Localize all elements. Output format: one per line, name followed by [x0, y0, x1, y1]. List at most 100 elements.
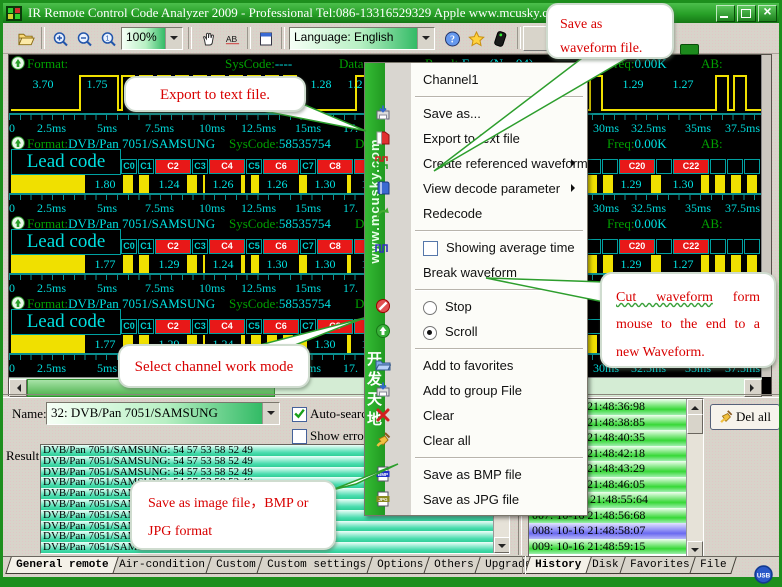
bit-cell — [727, 159, 743, 174]
scrollbar-thumb[interactable] — [687, 414, 703, 434]
menu-item-save-as[interactable]: Save as... — [411, 101, 587, 126]
language-dropdown-button[interactable] — [417, 28, 434, 49]
menu-item-stop[interactable]: Stop — [411, 294, 587, 319]
history-scrollbar[interactable] — [686, 399, 703, 557]
menu-item-channel1[interactable]: Channel1 — [411, 67, 587, 92]
channel-up-icon[interactable] — [11, 56, 25, 70]
favorites-button[interactable] — [463, 26, 489, 52]
scroll-down-button[interactable] — [494, 537, 510, 553]
menu-item-create-referenced-waveform[interactable]: Create referenced waveform — [411, 151, 587, 176]
timeline-tick-label: 15ms — [295, 201, 321, 215]
menu-checkbox[interactable] — [423, 241, 438, 256]
ab-label: AB: — [701, 56, 723, 71]
find-ab-button[interactable]: AB — [219, 26, 245, 52]
del-all-button[interactable]: Del all — [710, 404, 780, 430]
tab-history[interactable]: History — [524, 557, 592, 574]
freq-label: Freq: — [607, 136, 634, 151]
tab-file[interactable]: File — [689, 557, 737, 574]
new-window-button[interactable] — [253, 26, 279, 52]
scroll-up-button[interactable] — [687, 399, 703, 415]
pulse-width-value: 1.30 — [307, 175, 343, 193]
tab-general-remote[interactable]: General remote — [5, 557, 119, 574]
pulse-width-value: 1.24 — [205, 255, 241, 273]
bit-label-c0: C0 — [121, 159, 137, 174]
auto-search-checkbox-row[interactable]: Auto-search — [292, 406, 374, 422]
bit-label-c22: C22 — [673, 159, 709, 174]
name-combo-dropdown-button[interactable] — [262, 403, 279, 424]
zoom-percent-value: 100% — [122, 28, 165, 49]
show-error-checkbox-row[interactable]: Show error — [292, 428, 368, 444]
bit-label-c4: C4 — [209, 159, 245, 174]
channel-up-icon[interactable] — [11, 136, 25, 150]
menu-item-clear[interactable]: Clear — [411, 403, 587, 428]
tab-air-condition[interactable]: Air-condition — [109, 557, 216, 574]
close-button[interactable] — [758, 5, 777, 22]
zoom-reset-button[interactable]: 1 — [95, 26, 121, 52]
channel-up-icon[interactable] — [11, 216, 25, 230]
menu-item-showing-average-time[interactable]: Showing average time — [411, 235, 587, 260]
tab-favorites[interactable]: Favorites — [619, 557, 700, 574]
menu-item-scroll[interactable]: Scroll — [411, 319, 587, 344]
svg-text:?: ? — [450, 35, 455, 46]
lead-pulse — [11, 335, 83, 353]
timeline-tick-label: 0 — [9, 201, 15, 215]
freq-value: 0.00K — [634, 136, 666, 151]
history-row-selected[interactable]: 008: 10-16 21:48:58:07 — [529, 523, 688, 539]
callout-save-waveform: Save as waveform file. — [546, 3, 674, 59]
clear-icon — [375, 407, 391, 423]
timeline-tick-label: 2.5ms — [37, 121, 66, 135]
zoom-percent-combo[interactable]: 100% — [121, 27, 183, 50]
menu-item-save-as-jpg-file[interactable]: JPGSave as JPG file — [411, 487, 587, 512]
timeline-tick-label: 30ms — [593, 201, 619, 215]
history-row[interactable]: 009: 10-16 21:48:59:15 — [529, 539, 688, 555]
menu-radio[interactable] — [423, 326, 437, 340]
timeline-tick-label: 5ms — [97, 281, 117, 295]
maximize-button[interactable] — [737, 5, 756, 22]
menu-item-add-to-favorites[interactable]: Add to favorites — [411, 353, 587, 378]
zoom-percent-dropdown-button[interactable] — [165, 28, 182, 49]
tab-custom-settings[interactable]: Custom settings — [256, 557, 377, 574]
pulse-width-value: 1.30 — [665, 175, 701, 193]
auto-search-checkbox[interactable] — [292, 407, 307, 422]
zoom-in-button[interactable] — [47, 26, 73, 52]
syscode: SysCode:58535754 — [229, 216, 331, 231]
open-file-button[interactable] — [13, 26, 39, 52]
bit-label-c20: C20 — [619, 159, 655, 174]
syscode-value: 58535754 — [279, 216, 331, 231]
usb-icon[interactable]: USB — [754, 565, 773, 584]
menu-item-view-decode-parameter[interactable]: View decode parameter — [411, 176, 587, 201]
help-button[interactable]: ? — [439, 26, 465, 52]
bit-label-c6: C6 — [263, 319, 299, 334]
menu-item-export-to-text-file[interactable]: Export to text file — [411, 126, 587, 151]
menu-item-break-waveform[interactable]: Break waveform — [411, 260, 587, 285]
menu-item-save-as-bmp-file[interactable]: BMPSave as BMP file — [411, 462, 587, 487]
menu-radio[interactable] — [423, 301, 437, 315]
app-icon — [6, 6, 22, 21]
svg-text:USB: USB — [757, 572, 771, 579]
menu-item-add-to-group-file[interactable]: Add to group File — [411, 378, 587, 403]
remote-tool-button[interactable] — [487, 26, 513, 52]
menu-separator — [411, 344, 587, 353]
bit-cell — [710, 239, 726, 254]
name-combo-value: 32: DVB/Pan 7051/SAMSUNG — [47, 403, 262, 424]
svg-text:AB: AB — [225, 34, 237, 44]
pulse-width-value: 1.27 — [665, 77, 701, 92]
zoom-out-button[interactable] — [71, 26, 97, 52]
pulse-width-value: 1.27 — [665, 255, 701, 273]
menu-item-clear-all[interactable]: Clear all — [411, 428, 587, 453]
pan-hand-button[interactable] — [195, 26, 221, 52]
syscode-value: ---- — [275, 56, 292, 71]
channel-up-icon[interactable] — [11, 296, 25, 310]
bit-label-c1: C1 — [138, 239, 154, 254]
menu-item-redecode[interactable]: Redecode — [411, 201, 587, 226]
show-error-checkbox[interactable] — [292, 429, 307, 444]
pulse-width-value: 1.29 — [613, 255, 649, 273]
bit-label-c7: C7 — [300, 239, 316, 254]
language-combo[interactable]: Language: English — [289, 27, 435, 50]
bit-cell — [656, 239, 672, 254]
scroll-down-button[interactable] — [687, 541, 703, 557]
minimize-button[interactable] — [716, 5, 735, 22]
save-file-icon — [375, 105, 391, 121]
bit-label-c22: C22 — [673, 239, 709, 254]
name-combo[interactable]: 32: DVB/Pan 7051/SAMSUNG — [46, 402, 280, 425]
